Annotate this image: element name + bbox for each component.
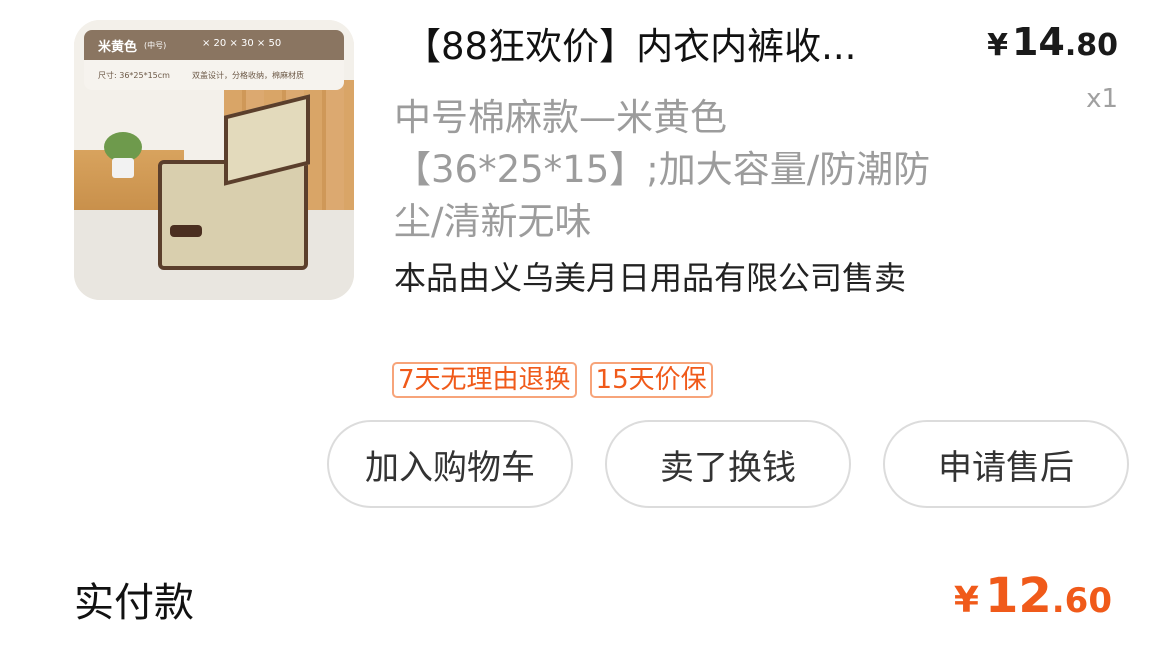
paid-amount: ¥12.60 (954, 568, 1112, 624)
thumb-banner-badges: × 20 × 30 × 50 (202, 38, 282, 49)
add-to-cart-button[interactable]: 加入购物车 (327, 420, 573, 508)
order-item-card: 米黄色 (中号) × 20 × 30 × 50 尺寸: 36*25*15cm 双… (18, 0, 1170, 659)
resell-button[interactable]: 卖了换钱 (605, 420, 851, 508)
thumb-banner: 米黄色 (中号) × 20 × 30 × 50 尺寸: 36*25*15cm 双… (84, 30, 344, 90)
seller-info: 本品由义乌美月日用品有限公司售卖 (394, 259, 907, 297)
price-integer: 14 (1011, 20, 1065, 64)
price-currency: ¥ (987, 28, 1008, 63)
thumb-plant-pot (112, 158, 134, 178)
after-sales-button[interactable]: 申请售后 (883, 420, 1129, 508)
thumb-banner-feature: 双盖设计，分格收纳，棉麻材质 (192, 71, 304, 80)
action-buttons: 加入购物车 卖了换钱 申请售后 (327, 420, 1129, 508)
thumb-banner-size: 尺寸: 36*25*15cm (98, 71, 170, 80)
paid-decimal: .60 (1051, 581, 1112, 621)
tag-return-policy: 7天无理由退换 (392, 362, 577, 398)
quantity: x1 (1086, 84, 1118, 114)
paid-integer: 12 (984, 568, 1052, 624)
price-decimal: .80 (1064, 28, 1118, 63)
thumb-banner-title: 米黄色 (98, 40, 138, 55)
thumb-banner-top: 米黄色 (中号) × 20 × 30 × 50 (84, 30, 344, 60)
product-spec: 中号棉麻款—米黄色【36*25*15】;加大容量/防潮防尘/清新无味 (394, 96, 931, 243)
service-tags: 7天无理由退换 15天价保 (392, 362, 713, 398)
paid-currency: ¥ (953, 580, 979, 621)
paid-amount-label: 实付款 (74, 580, 194, 626)
thumb-storage-box-handle (170, 225, 202, 237)
unit-price: ¥14.80 (987, 20, 1118, 64)
product-title[interactable]: 【88狂欢价】内衣内裤收... (404, 22, 964, 72)
tag-price-protection: 15天价保 (589, 362, 713, 398)
thumb-banner-sub: (中号) (144, 41, 167, 50)
product-thumbnail[interactable]: 米黄色 (中号) × 20 × 30 × 50 尺寸: 36*25*15cm 双… (74, 20, 354, 300)
